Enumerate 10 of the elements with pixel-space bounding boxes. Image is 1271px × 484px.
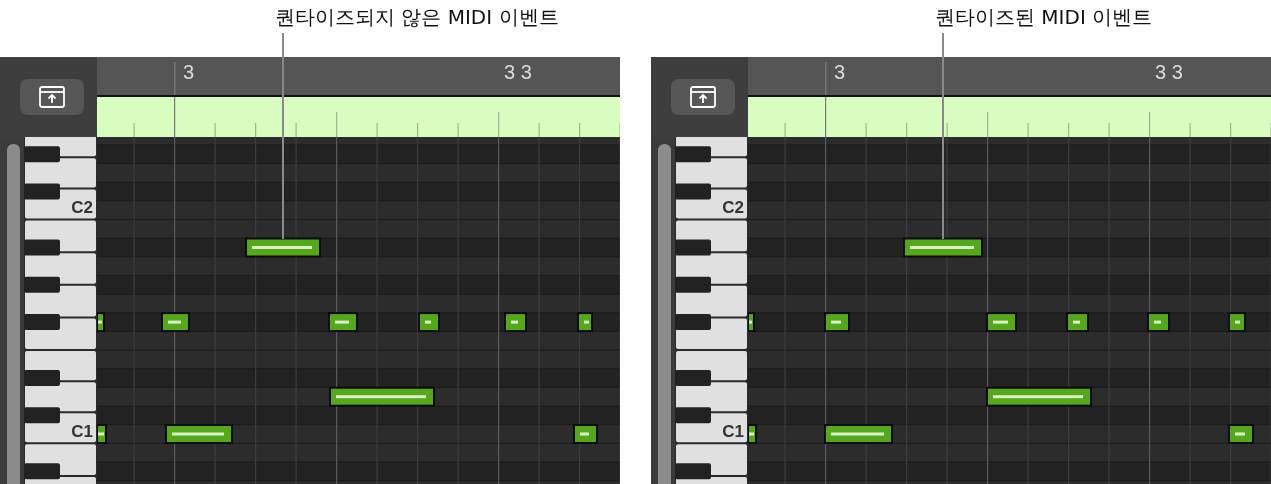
bar-number: 3 3 <box>504 61 532 83</box>
key-label: C2 <box>722 199 744 217</box>
key-label: C2 <box>71 199 93 217</box>
callout-label: 퀀타이즈된 MIDI 이벤트 <box>935 5 1153 29</box>
bar-number: 3 3 <box>1155 61 1183 83</box>
bar-number: 3 <box>183 61 195 83</box>
key-label: C1 <box>722 423 744 440</box>
bar-number: 3 <box>834 61 846 83</box>
callout-label: 퀀타이즈되지 않은 MIDI 이벤트 <box>275 5 559 29</box>
key-label: C1 <box>71 423 93 440</box>
